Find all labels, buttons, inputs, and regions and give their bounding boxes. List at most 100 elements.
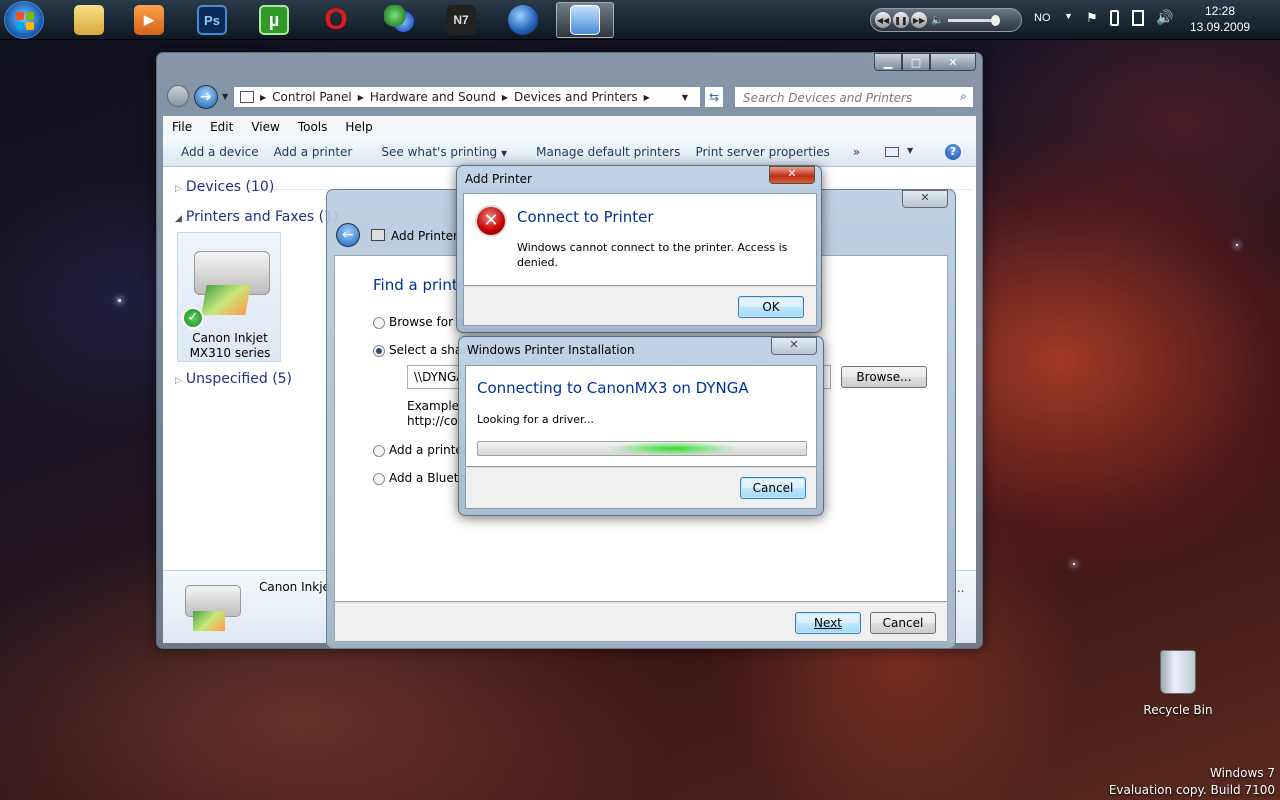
- error-message-1: Windows cannot connect to the printer. A…: [517, 241, 788, 254]
- menu-tools[interactable]: Tools: [289, 120, 337, 134]
- menu-view[interactable]: View: [242, 120, 288, 134]
- volume-thumb[interactable]: [991, 14, 1001, 26]
- radio-tcpip[interactable]: [373, 445, 385, 457]
- taskbar-utorrent[interactable]: µ: [245, 2, 303, 38]
- menu-bar: File Edit View Tools Help: [163, 116, 976, 137]
- clock-time[interactable]: 12:28: [1205, 4, 1235, 18]
- next-button[interactable]: Next: [795, 612, 861, 634]
- next-icon[interactable]: ▶▶: [911, 12, 927, 28]
- flag-icon[interactable]: ⚑: [1086, 10, 1098, 26]
- group-unspecified[interactable]: ▷ Unspecified (5): [175, 371, 292, 387]
- menu-file[interactable]: File: [163, 120, 201, 134]
- media-player-icon: ▶: [134, 5, 164, 35]
- close-button[interactable]: ✕: [930, 53, 976, 71]
- close-button[interactable]: ✕: [771, 337, 817, 355]
- speaker-icon[interactable]: 🔈: [931, 15, 943, 26]
- volume-slider[interactable]: [948, 14, 1001, 26]
- history-dropdown[interactable]: ▼: [222, 92, 228, 101]
- add-printer-button[interactable]: Add a printer: [274, 145, 368, 159]
- connect-error-dialog: Add Printer ✕ ✕ Connect to Printer Windo…: [456, 165, 822, 333]
- printer-item-canon[interactable]: ✓ Canon Inkjet MX310 series: [177, 232, 281, 362]
- minimize-button[interactable]: ▁: [874, 53, 902, 71]
- language-indicator[interactable]: NO: [1034, 12, 1051, 24]
- wizard-cancel-button[interactable]: Cancel: [870, 612, 936, 634]
- breadcrumb-hardware-sound[interactable]: Hardware and Sound: [370, 90, 496, 104]
- collapse-arrow-icon: ◢: [175, 214, 182, 224]
- radio-bluetooth[interactable]: [373, 473, 385, 485]
- radio-browse-label[interactable]: Browse for a: [389, 315, 464, 329]
- breadcrumb-devices-printers[interactable]: Devices and Printers: [514, 90, 638, 104]
- maximize-button[interactable]: □: [902, 53, 930, 71]
- menu-help[interactable]: Help: [336, 120, 381, 134]
- start-button[interactable]: [4, 1, 44, 39]
- utorrent-icon: µ: [259, 5, 289, 35]
- search-input[interactable]: Search Devices and Printers ⌕: [734, 86, 974, 108]
- taskbar-folder[interactable]: [60, 2, 118, 38]
- radio-tcpip-label[interactable]: Add a printer: [389, 443, 468, 457]
- taskbar-google-earth[interactable]: [494, 2, 552, 38]
- add-device-button[interactable]: Add a device: [163, 145, 274, 159]
- forward-button[interactable]: ➔: [194, 85, 218, 109]
- media-controls: ◀◀ ❚❚ ▶▶ 🔈: [870, 8, 1022, 32]
- progress-bar: [477, 441, 807, 456]
- dialog-title: Windows Printer Installation: [467, 343, 635, 357]
- group-printers[interactable]: ◢ Printers and Faxes (1): [175, 209, 338, 225]
- cancel-button[interactable]: Cancel: [740, 477, 806, 499]
- breadcrumb-separator[interactable]: ▶: [644, 93, 650, 102]
- menu-edit[interactable]: Edit: [201, 120, 242, 134]
- command-bar: Add a device Add a printer See what's pr…: [163, 137, 976, 167]
- battery-icon[interactable]: [1110, 10, 1119, 26]
- more-commands-button[interactable]: »: [853, 145, 860, 159]
- taskbar-n7[interactable]: N7: [432, 2, 490, 38]
- google-earth-icon: [508, 5, 538, 35]
- clock-date[interactable]: 13.09.2009: [1190, 20, 1250, 34]
- network-icon[interactable]: [1132, 10, 1144, 26]
- messenger-icon: [384, 5, 414, 35]
- help-icon[interactable]: ?: [945, 144, 961, 160]
- taskbar-media-player[interactable]: ▶: [120, 2, 178, 38]
- group-devices[interactable]: ▷ Devices (10): [175, 179, 274, 195]
- address-dropdown-icon[interactable]: ▼: [682, 93, 688, 102]
- radio-bluetooth-label[interactable]: Add a Blueto: [389, 471, 466, 485]
- status-text: Looking for a driver...: [477, 413, 594, 426]
- wizard-back-button[interactable]: ←: [336, 223, 360, 247]
- taskbar-photoshop[interactable]: Ps: [183, 2, 241, 38]
- breadcrumb-separator[interactable]: ▶: [358, 93, 364, 102]
- error-message-2: denied.: [517, 256, 559, 269]
- breadcrumb-control-panel[interactable]: Control Panel: [272, 90, 352, 104]
- radio-browse[interactable]: [373, 317, 385, 329]
- printer-name: Canon Inkjet MX310 series: [178, 331, 282, 361]
- star: [1236, 244, 1238, 246]
- control-panel-icon: [570, 5, 600, 35]
- volume-icon[interactable]: 🔊: [1156, 9, 1173, 26]
- address-bar[interactable]: ▶ Control Panel ▶ Hardware and Sound ▶ D…: [233, 86, 701, 108]
- close-button[interactable]: ✕: [769, 166, 815, 184]
- back-button[interactable]: [167, 85, 189, 107]
- folder-icon: [74, 5, 104, 35]
- search-icon[interactable]: ⌕: [960, 89, 967, 104]
- browse-button[interactable]: Browse...: [841, 366, 927, 388]
- ok-button[interactable]: OK: [738, 296, 804, 318]
- refresh-button[interactable]: ⇆: [704, 86, 724, 108]
- previous-icon[interactable]: ◀◀: [875, 12, 891, 28]
- taskbar: ▶ Ps µ O N7 ◀◀ ❚❚ ▶▶ 🔈 NO ▼ ⚑ 🔊 12:28 13…: [0, 0, 1280, 40]
- radio-select-shared[interactable]: [373, 345, 385, 357]
- wizard-close-button[interactable]: ✕: [902, 190, 948, 208]
- pause-icon[interactable]: ❚❚: [893, 12, 909, 28]
- view-options-icon[interactable]: [885, 147, 899, 157]
- recycle-bin[interactable]: Recycle Bin: [1140, 646, 1216, 718]
- breadcrumb-separator[interactable]: ▶: [502, 93, 508, 102]
- print-server-properties-button[interactable]: Print server properties: [695, 145, 844, 159]
- see-whats-printing-button[interactable]: See what's printing ▼: [367, 145, 522, 159]
- breadcrumb-separator[interactable]: ▶: [260, 93, 266, 102]
- taskbar-messenger[interactable]: [370, 2, 428, 38]
- window-controls: ▁ □ ✕: [874, 53, 976, 71]
- wizard-title: Add Printer: [391, 229, 458, 243]
- taskbar-opera[interactable]: O: [307, 2, 365, 38]
- taskbar-control-panel[interactable]: [556, 2, 614, 38]
- recycle-bin-icon: [1160, 650, 1196, 694]
- chevron-down-icon[interactable]: ▼: [907, 146, 913, 155]
- manage-default-printers-button[interactable]: Manage default printers: [522, 145, 695, 159]
- windows-logo-icon: [16, 12, 34, 30]
- chevron-down-icon[interactable]: ▼: [1064, 11, 1073, 21]
